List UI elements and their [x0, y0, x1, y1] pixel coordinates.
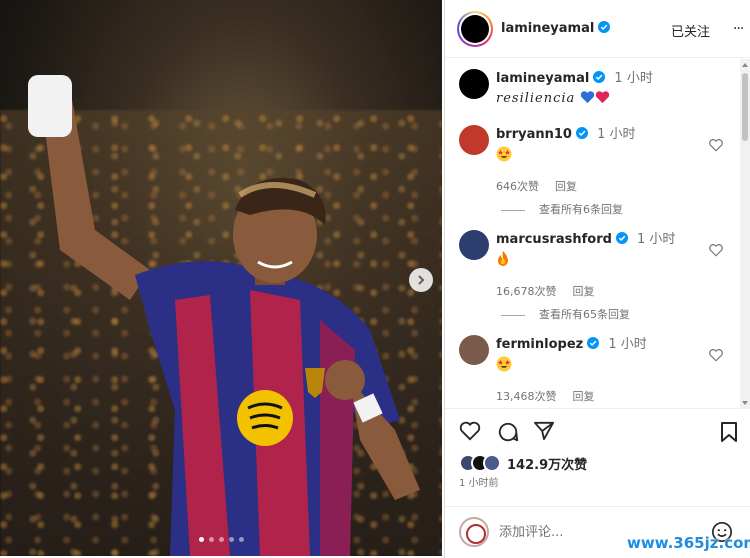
following-button[interactable]: 已关注: [671, 21, 710, 40]
fire-emoji-icon: [498, 251, 508, 266]
comment-time: 1 小时: [637, 232, 676, 247]
star-struck-emoji-icon: [496, 356, 512, 372]
chevron-right-icon: [418, 275, 425, 285]
scroll-up-arrow-icon[interactable]: [742, 63, 748, 67]
reply-button[interactable]: 回复: [555, 180, 577, 193]
comments-list[interactable]: lamineyamal 1 小时 resiliencia brryann10 1…: [445, 59, 750, 409]
comment-item: marcusrashford 1 小时 16,678次赞 回复: [457, 228, 741, 298]
commenter-username[interactable]: marcusrashford: [496, 232, 612, 247]
verified-badge-icon: [575, 127, 588, 139]
blue-heart-icon: [581, 91, 595, 104]
comments-scrollbar[interactable]: [740, 59, 750, 409]
carousel-dot: [239, 537, 244, 542]
view-replies-text[interactable]: 查看所有6条回复: [539, 203, 623, 216]
player-figure: [28, 75, 420, 556]
commenter-username[interactable]: ferminlopez: [496, 337, 583, 352]
caption-text: resiliencia: [496, 91, 576, 106]
author-username[interactable]: lamineyamal: [501, 21, 611, 36]
carousel-dot: [209, 537, 214, 542]
carousel-dots: [199, 537, 244, 542]
view-replies-button[interactable]: 查看所有65条回复: [501, 306, 630, 322]
save-bookmark-icon[interactable]: [720, 421, 738, 443]
posted-time: 1 小时前: [459, 478, 499, 489]
like-count[interactable]: 142.9万次赞: [507, 454, 587, 473]
reply-button[interactable]: 回复: [573, 285, 595, 298]
carousel-dot: [229, 537, 234, 542]
scrollbar-thumb[interactable]: [742, 73, 748, 141]
comment-like-count[interactable]: 13,468次赞: [496, 390, 557, 403]
red-heart-icon: [596, 91, 610, 104]
comment-bubble-icon[interactable]: [497, 421, 519, 443]
current-user-avatar: [459, 517, 489, 547]
commenter-avatar[interactable]: [459, 335, 489, 365]
commenter-username[interactable]: brryann10: [496, 127, 572, 142]
verified-badge-icon: [615, 232, 628, 244]
author-username-text[interactable]: lamineyamal: [501, 21, 594, 36]
view-replies-text[interactable]: 查看所有65条回复: [539, 308, 630, 321]
verified-badge-icon: [593, 71, 606, 83]
view-replies-button[interactable]: 查看所有6条回复: [501, 201, 623, 217]
like-comment-heart-icon[interactable]: [709, 349, 723, 362]
likes-summary[interactable]: 142.9万次赞: [459, 452, 587, 474]
author-avatar[interactable]: [457, 11, 493, 47]
like-comment-heart-icon[interactable]: [709, 139, 723, 152]
carousel-dot-active: [199, 537, 204, 542]
comment-like-count[interactable]: 646次赞: [496, 180, 539, 193]
post-header: lamineyamal 已关注 ···: [445, 0, 750, 58]
commenter-avatar[interactable]: [459, 125, 489, 155]
site-watermark: www.365jz.com: [627, 534, 750, 552]
post-caption: lamineyamal 1 小时 resiliencia: [457, 67, 741, 111]
comment-item: brryann10 1 小时 646次赞 回复: [457, 123, 741, 193]
comment-like-count[interactable]: 16,678次赞: [496, 285, 557, 298]
like-comment-heart-icon[interactable]: [709, 244, 723, 257]
verified-badge-icon: [598, 21, 611, 33]
post-side-panel: lamineyamal 已关注 ··· lamineyamal 1 小时 res…: [444, 0, 750, 558]
carousel-dot: [219, 537, 224, 542]
liker-avatar: [483, 454, 501, 472]
caption-author[interactable]: lamineyamal: [496, 71, 589, 86]
share-paper-plane-icon[interactable]: [533, 421, 555, 441]
comment-time: 1 小时: [597, 127, 636, 142]
verified-badge-icon: [587, 337, 600, 349]
caption-time: 1 小时: [614, 71, 653, 86]
scroll-down-arrow-icon[interactable]: [742, 401, 748, 405]
star-struck-emoji-icon: [496, 146, 512, 162]
reply-button[interactable]: 回复: [573, 390, 595, 403]
commenter-avatar[interactable]: [459, 230, 489, 260]
comment-time: 1 小时: [608, 337, 647, 352]
carousel-next-button[interactable]: [409, 268, 433, 292]
post-photo[interactable]: [0, 0, 442, 556]
caption-author-avatar[interactable]: [459, 69, 489, 99]
comment-item: ferminlopez 1 小时 13,468次赞 回复: [457, 333, 741, 403]
like-heart-icon[interactable]: [459, 421, 481, 441]
more-options-icon[interactable]: ···: [733, 21, 744, 37]
post-action-bar: [445, 418, 750, 448]
